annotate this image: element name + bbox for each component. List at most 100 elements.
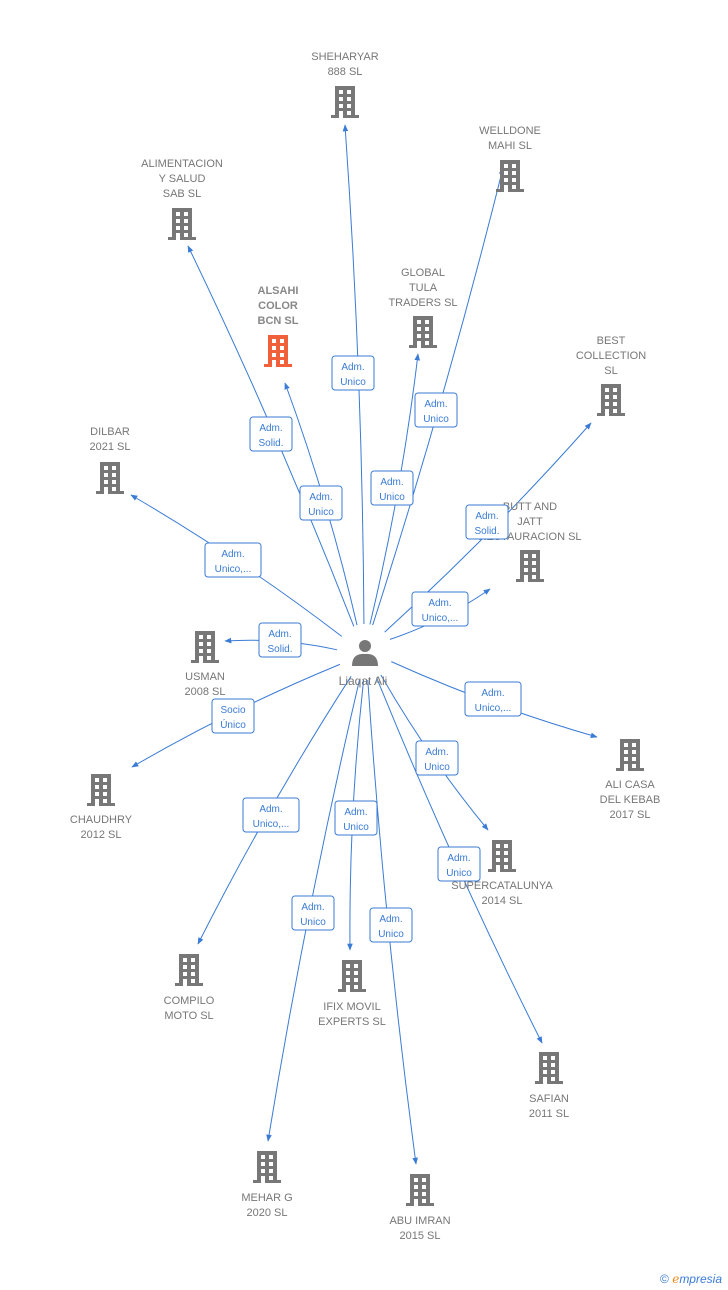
role-label-welldone[interactable]: Adm. Unico	[414, 392, 458, 428]
company-node-usman[interactable]: USMAN 2008 SL	[185, 631, 226, 698]
company-name[interactable]: ABU IMRAN	[389, 1215, 450, 1227]
role-label-global[interactable]: Adm. Unico	[370, 470, 414, 506]
company-name[interactable]: DILBAR	[90, 426, 130, 438]
company-name[interactable]: WELLDONE	[479, 125, 541, 137]
role-label-best[interactable]: Adm. Solid.	[465, 504, 509, 540]
company-node-alicasa[interactable]: ALI CASA DEL KEBAB 2017 SL	[600, 739, 661, 821]
company-name[interactable]: SL	[604, 365, 617, 377]
company-node-safian[interactable]: SAFIAN 2011 SL	[529, 1052, 569, 1120]
company-name[interactable]: USMAN	[185, 671, 225, 683]
role-label-alsahi[interactable]: Adm. Unico	[299, 485, 343, 521]
company-node-global[interactable]: GLOBAL TULA TRADERS SL	[388, 267, 458, 348]
building-icon	[616, 739, 644, 771]
building-icon	[488, 840, 516, 872]
company-node-welldone[interactable]: WELLDONE MAHI SL	[479, 125, 541, 192]
company-node-alsahi[interactable]: ALSAHI COLOR BCN SL	[258, 285, 299, 367]
role-text: Adm.	[268, 629, 291, 640]
company-node-alimentacion[interactable]: ALIMENTACION Y SALUD SAB SL	[141, 158, 223, 240]
company-name[interactable]: SUPERCATALUNYA	[451, 880, 553, 892]
role-text: Unico	[378, 929, 404, 940]
company-name[interactable]: JATT	[517, 516, 543, 528]
role-text: Adm.	[259, 423, 282, 434]
building-icon	[191, 631, 219, 663]
company-node-abu[interactable]: ABU IMRAN 2015 SL	[389, 1174, 451, 1242]
building-icon	[87, 774, 115, 806]
company-name[interactable]: EXPERTS SL	[318, 1016, 386, 1028]
role-label-dilbar[interactable]: Adm. Unico,...	[204, 542, 262, 578]
company-name[interactable]: MOTO SL	[164, 1010, 213, 1022]
company-name[interactable]: 2017 SL	[610, 809, 651, 821]
role-text: Adm.	[425, 747, 448, 758]
role-label-usman[interactable]: Adm. Solid.	[258, 622, 302, 658]
building-icon	[264, 335, 292, 367]
company-name[interactable]: CHAUDHRY	[70, 814, 133, 826]
copyright-symbol: ©	[660, 1272, 669, 1286]
role-label-sheharyar[interactable]: Adm. Unico	[331, 355, 375, 391]
role-text: Unico	[379, 492, 405, 503]
building-icon	[516, 550, 544, 582]
company-name[interactable]: TRADERS SL	[388, 297, 457, 309]
role-label-mehar[interactable]: Adm. Unico	[291, 895, 335, 931]
role-label-chaudhry[interactable]: Socio Único	[211, 698, 255, 734]
company-name[interactable]: 2012 SL	[81, 829, 122, 841]
company-name[interactable]: MEHAR G	[241, 1192, 292, 1204]
person-name: Liaqat Ali	[339, 674, 388, 688]
company-name[interactable]: ALSAHI	[258, 285, 299, 297]
person-icon	[352, 640, 378, 666]
company-name[interactable]: SAB SL	[163, 188, 202, 200]
company-name[interactable]: SHEHARYAR	[311, 51, 379, 63]
role-text: Unico	[300, 917, 326, 928]
company-node-dilbar[interactable]: DILBAR 2021 SL	[90, 426, 131, 494]
building-icon	[331, 86, 359, 118]
company-node-ifix[interactable]: IFIX MOVIL EXPERTS SL	[318, 960, 386, 1028]
company-name[interactable]: ALI CASA	[605, 779, 655, 791]
company-name[interactable]: 2008 SL	[185, 686, 226, 698]
company-name[interactable]: BUTT AND	[503, 501, 557, 513]
role-text: Adm.	[481, 688, 504, 699]
role-label-abu[interactable]: Adm. Unico	[369, 907, 413, 943]
role-label-butt[interactable]: Adm. Unico,...	[411, 591, 469, 627]
company-node-best[interactable]: BEST COLLECTION SL	[576, 335, 646, 416]
role-text: Adm.	[341, 362, 364, 373]
role-text: Unico	[424, 762, 450, 773]
company-node-sheharyar[interactable]: SHEHARYAR 888 SL	[311, 51, 379, 118]
company-name[interactable]: GLOBAL	[401, 267, 445, 279]
company-name[interactable]: ALIMENTACION	[141, 158, 223, 170]
company-name[interactable]: TULA	[409, 282, 438, 294]
role-text: Solid.	[267, 644, 292, 655]
company-name[interactable]: 2015 SL	[400, 1230, 441, 1242]
company-name[interactable]: 2021 SL	[90, 441, 131, 453]
company-name[interactable]: COMPILO	[164, 995, 215, 1007]
role-label-safian[interactable]: Adm. Unico	[437, 846, 481, 882]
company-node-compilo[interactable]: COMPILO MOTO SL	[164, 954, 215, 1022]
empresia-logo[interactable]: © empresia	[660, 1272, 722, 1286]
role-text: Adm.	[259, 804, 282, 815]
building-icon	[338, 960, 366, 992]
role-text: Adm.	[447, 853, 470, 864]
person-node[interactable]: Liaqat Ali	[339, 640, 388, 688]
role-text: Adm.	[379, 914, 402, 925]
role-text: Adm.	[380, 477, 403, 488]
role-label-alicasa[interactable]: Adm. Unico,...	[464, 681, 522, 717]
building-icon	[535, 1052, 563, 1084]
company-name[interactable]: COLLECTION	[576, 350, 646, 362]
company-name[interactable]: MAHI SL	[488, 140, 532, 152]
building-icon	[597, 384, 625, 416]
role-label-alimentacion[interactable]: Adm. Solid.	[249, 416, 293, 452]
company-name[interactable]: 888 SL	[328, 66, 363, 78]
company-node-mehar[interactable]: MEHAR G 2020 SL	[241, 1151, 293, 1219]
role-label-compilo[interactable]: Adm. Unico,...	[242, 797, 300, 833]
company-node-chaudhry[interactable]: CHAUDHRY 2012 SL	[70, 774, 133, 841]
company-name[interactable]: Y SALUD	[159, 173, 206, 185]
company-name[interactable]: IFIX MOVIL	[323, 1001, 380, 1013]
role-label-supercat[interactable]: Adm. Unico	[415, 740, 459, 776]
company-name[interactable]: SAFIAN	[529, 1093, 569, 1105]
company-name[interactable]: 2020 SL	[247, 1207, 288, 1219]
company-name[interactable]: BCN SL	[258, 315, 299, 327]
company-name[interactable]: DEL KEBAB	[600, 794, 661, 806]
company-name[interactable]: 2011 SL	[529, 1108, 569, 1120]
company-name[interactable]: COLOR	[258, 300, 298, 312]
company-name[interactable]: BEST	[597, 335, 626, 347]
role-label-ifix[interactable]: Adm. Unico	[334, 800, 378, 836]
company-name[interactable]: 2014 SL	[482, 895, 523, 907]
